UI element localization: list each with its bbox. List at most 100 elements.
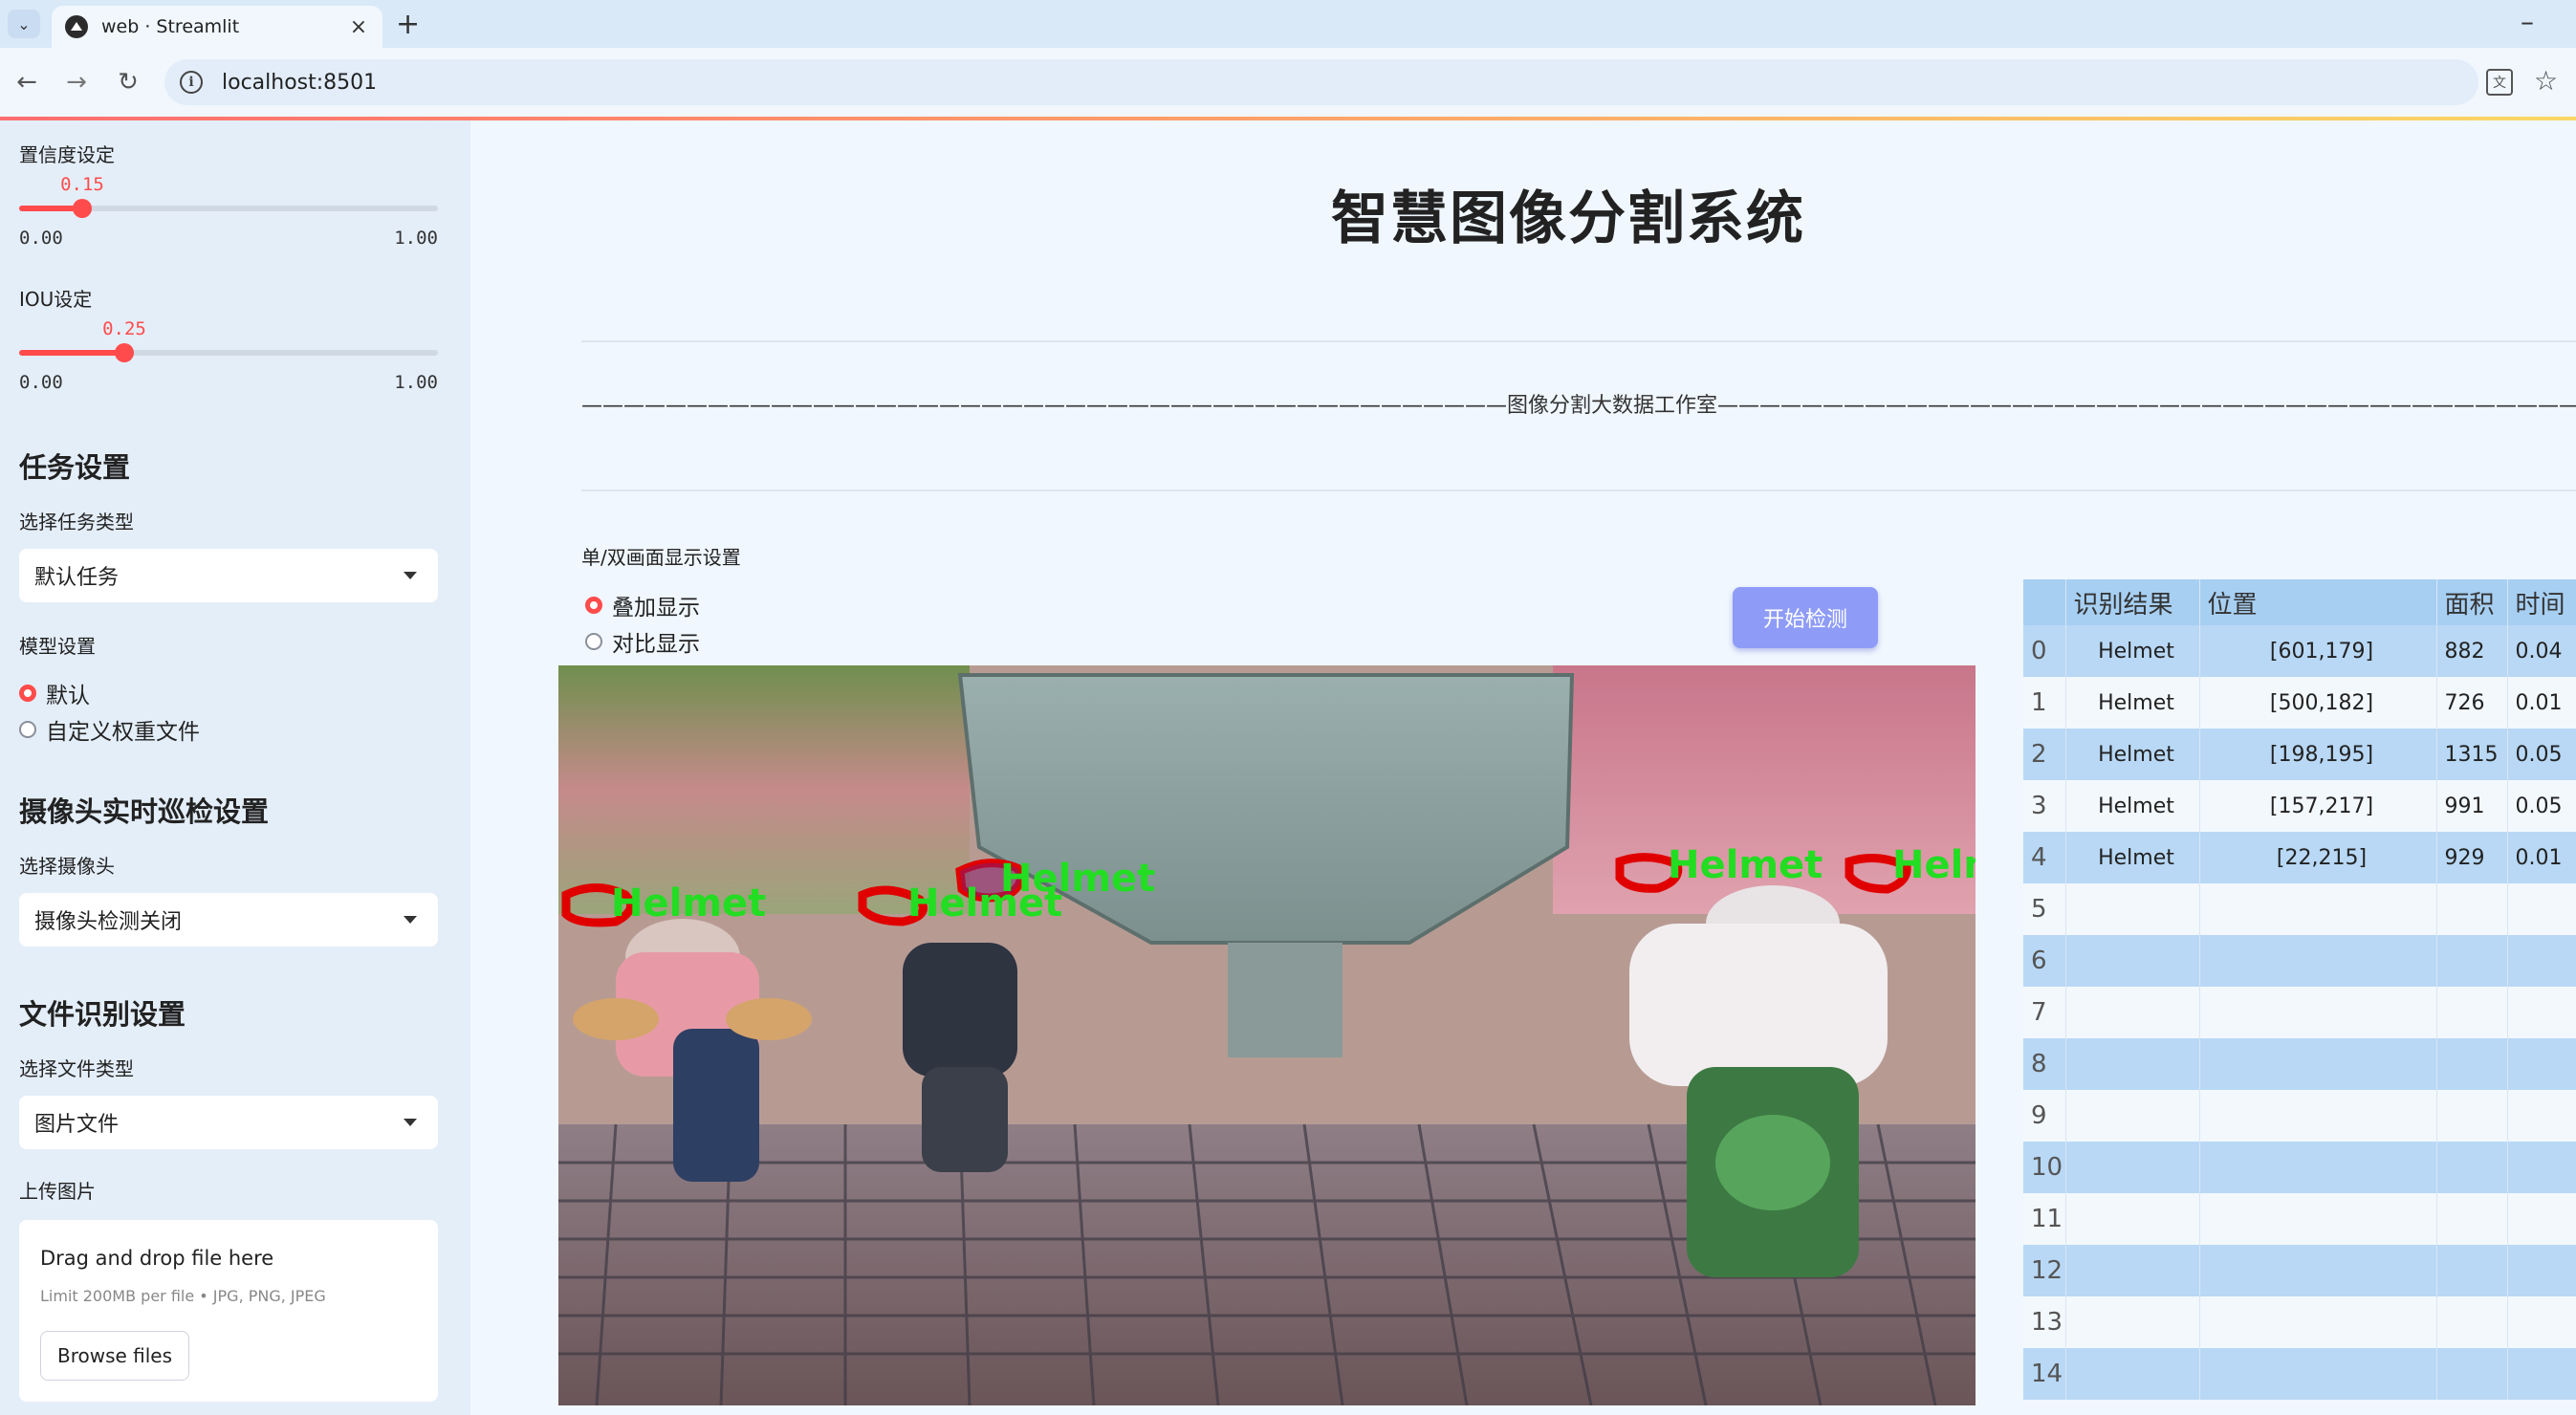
cell-position: [198,195]: [2199, 729, 2437, 780]
detection-label: Helmet: [1668, 843, 1823, 887]
table-row[interactable]: 4 Helmet [22,215] 929 0.01: [2023, 832, 2576, 883]
file-uploader-dropzone[interactable]: Drag and drop file here Limit 200MB per …: [19, 1220, 438, 1402]
row-index: 3: [2023, 780, 2066, 832]
confidence-slider[interactable]: 0.15 0.00 1.00: [19, 174, 438, 250]
slider-thumb[interactable]: [73, 199, 92, 218]
column-header[interactable]: [2023, 579, 2066, 625]
caret-down-icon: [404, 1119, 417, 1126]
reload-icon[interactable]: ↻: [111, 65, 145, 99]
task-type-select[interactable]: 默认任务: [19, 549, 438, 602]
cell-area: 929: [2436, 832, 2508, 883]
foliage-left: [558, 665, 970, 914]
row-index: 13: [2023, 1296, 2066, 1348]
row-index: 11: [2023, 1193, 2066, 1245]
file-type-select[interactable]: 图片文件: [19, 1096, 438, 1149]
camera-value: 摄像头检测关闭: [34, 910, 183, 934]
table-row[interactable]: 1 Helmet [500,182] 726 0.01: [2023, 677, 2576, 729]
tab-list-dropdown[interactable]: ⌄: [8, 10, 40, 38]
chevron-down-icon: ⌄: [17, 14, 31, 33]
start-detection-button[interactable]: 开始检测: [1733, 587, 1878, 648]
camera-select[interactable]: 摄像头检测关闭: [19, 893, 438, 947]
radio-label: 对比显示: [612, 632, 700, 657]
detection-label: Helmet: [611, 882, 766, 925]
url-text[interactable]: localhost:8501: [222, 71, 377, 95]
slider-track[interactable]: [19, 343, 438, 362]
detection-results-table[interactable]: 识别结果 位置 面积 时间 0 Helmet [601,179] 882 0.04 1 He…: [2023, 579, 2576, 1415]
column-header-class[interactable]: 识别结果: [2065, 579, 2200, 625]
row-index: 1: [2023, 677, 2066, 729]
cell-area: [2436, 987, 2508, 1038]
column-header-position[interactable]: 位置: [2199, 579, 2437, 625]
model-option-custom[interactable]: 自定义权重文件: [19, 713, 200, 746]
slider-value: 0.25: [102, 318, 146, 339]
cell-position: [2199, 987, 2437, 1038]
forward-arrow-icon[interactable]: →: [59, 65, 94, 99]
cell-time: [2507, 1090, 2576, 1142]
radio-unselected-icon[interactable]: [585, 633, 602, 650]
cell-time: 0.05: [2507, 729, 2576, 780]
iou-slider[interactable]: 0.25 0.00 1.00: [19, 318, 438, 395]
cell-area: [2436, 1348, 2508, 1400]
new-tab-icon[interactable]: +: [396, 8, 420, 41]
column-header-time[interactable]: 时间: [2507, 579, 2576, 625]
tab-title: web · Streamlit: [101, 16, 240, 37]
divider: [581, 340, 2576, 342]
translate-icon[interactable]: 文: [2486, 69, 2513, 96]
row-index: 9: [2023, 1090, 2066, 1142]
cell-position: [2199, 1193, 2437, 1245]
table-row[interactable]: 0 Helmet [601,179] 882 0.04: [2023, 625, 2576, 677]
table-row[interactable]: 10: [2023, 1142, 2576, 1193]
display-option-compare[interactable]: 对比显示: [585, 625, 700, 658]
cell-area: 1315: [2436, 729, 2508, 780]
cell-position: [2199, 935, 2437, 987]
table-row[interactable]: 9: [2023, 1090, 2576, 1142]
table-row[interactable]: 11: [2023, 1193, 2576, 1245]
upload-label: 上传图片: [19, 1180, 96, 1203]
cell-time: [2507, 935, 2576, 987]
info-icon[interactable]: i: [180, 71, 203, 94]
table-row[interactable]: 13: [2023, 1296, 2576, 1348]
detection-label: Helmet: [1000, 857, 1155, 901]
table-header-row: 识别结果 位置 面积 时间: [2023, 579, 2576, 625]
column-header-area[interactable]: 面积: [2436, 579, 2508, 625]
streamlit-favicon-icon: [65, 15, 88, 38]
slider-min: 0.00: [19, 228, 63, 249]
cell-area: [2436, 1296, 2508, 1348]
close-icon[interactable]: ×: [344, 15, 373, 39]
minimize-icon[interactable]: –: [2521, 6, 2534, 37]
bookmark-star-icon[interactable]: ☆: [2534, 65, 2558, 97]
slider-thumb[interactable]: [115, 343, 134, 362]
back-arrow-icon[interactable]: ←: [10, 65, 44, 99]
browser-tab[interactable]: web · Streamlit ×: [52, 6, 382, 48]
radio-selected-icon[interactable]: [19, 685, 36, 702]
cell-class: [2065, 1193, 2200, 1245]
address-bar[interactable]: i localhost:8501: [164, 59, 2478, 105]
cell-area: [2436, 1090, 2508, 1142]
cell-area: [2436, 1142, 2508, 1193]
table-row[interactable]: 8: [2023, 1038, 2576, 1090]
segmentation-result-image: Helmet Helmet Helmet Helmet Helmet: [558, 665, 1976, 1405]
radio-selected-icon[interactable]: [585, 597, 602, 614]
cell-area: [2436, 883, 2508, 935]
row-index: 5: [2023, 883, 2066, 935]
result-image-canvas: Helmet Helmet Helmet Helmet Helmet: [558, 665, 1976, 1405]
iou-label: IOU设定: [19, 288, 93, 311]
results-table: 识别结果 位置 面积 时间 0 Helmet [601,179] 882 0.04 1 He…: [2023, 579, 2576, 1400]
table-row[interactable]: 3 Helmet [157,217] 991 0.05: [2023, 780, 2576, 832]
browser-tab-bar: ⌄ web · Streamlit × + –: [0, 0, 2576, 48]
table-row[interactable]: 14: [2023, 1348, 2576, 1400]
table-row[interactable]: 5: [2023, 883, 2576, 935]
model-option-default[interactable]: 默认: [19, 677, 90, 709]
display-option-overlay[interactable]: 叠加显示: [585, 589, 700, 621]
radio-unselected-icon[interactable]: [19, 721, 36, 738]
browse-files-button[interactable]: Browse files: [40, 1331, 189, 1381]
table-row[interactable]: 6: [2023, 935, 2576, 987]
slider-track[interactable]: [19, 199, 438, 218]
cell-class: [2065, 1348, 2200, 1400]
file-type-label: 选择文件类型: [19, 1057, 134, 1080]
table-row[interactable]: 7: [2023, 987, 2576, 1038]
table-row[interactable]: 12: [2023, 1245, 2576, 1296]
cell-position: [2199, 1090, 2437, 1142]
cell-time: [2507, 1142, 2576, 1193]
table-row[interactable]: 2 Helmet [198,195] 1315 0.05: [2023, 729, 2576, 780]
